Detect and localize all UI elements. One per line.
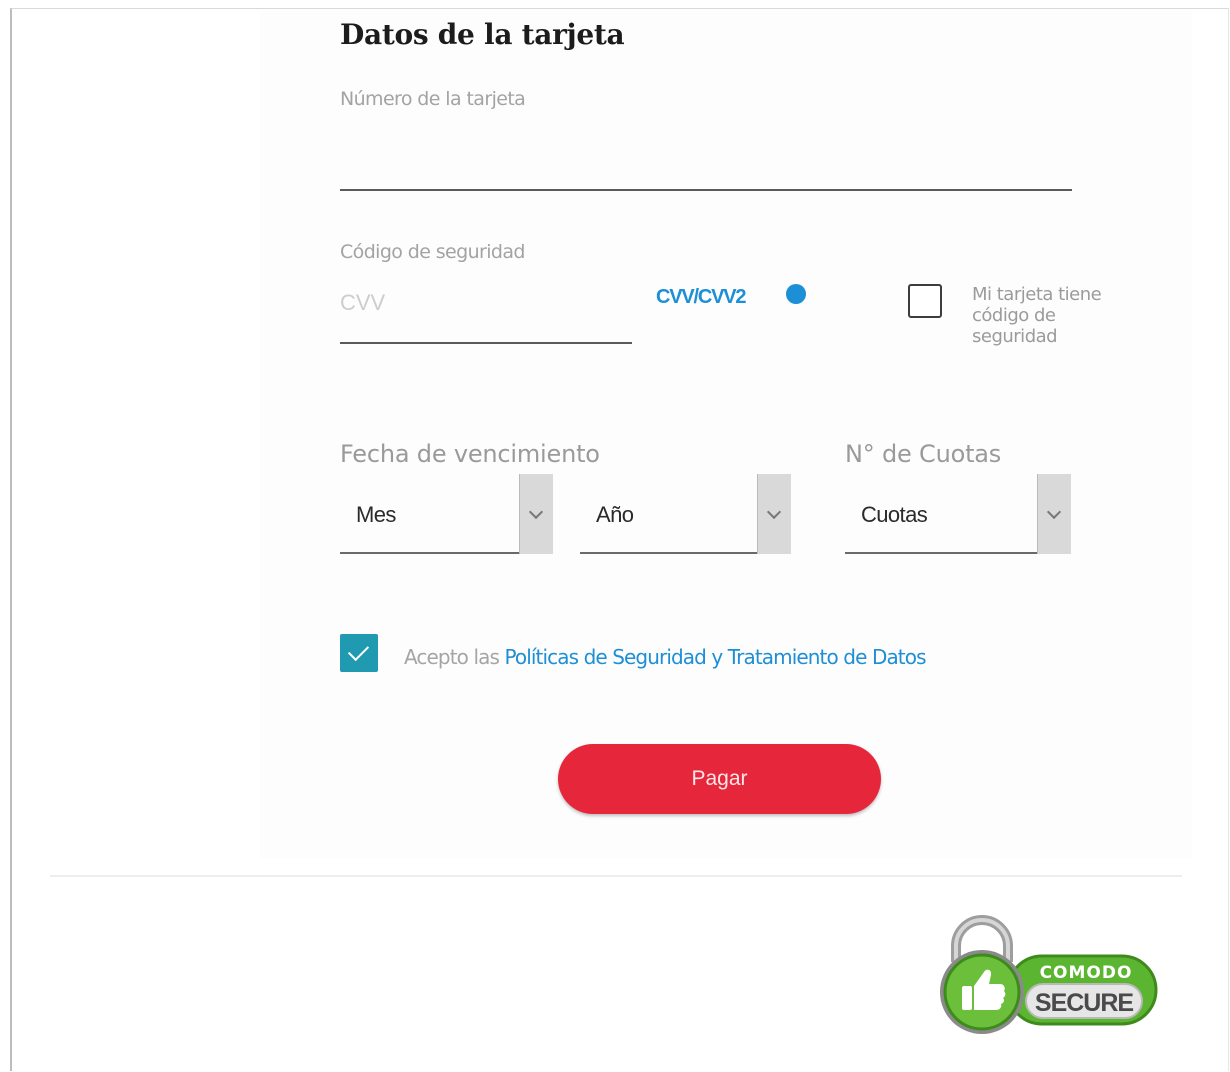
info-icon[interactable] — [786, 284, 806, 304]
seal-secure-text: SECURE — [1035, 989, 1134, 1017]
card-form-panel — [260, 10, 1192, 858]
has-security-code-label: Mi tarjeta tiene código de seguridad — [972, 284, 1102, 347]
policies-link[interactable]: Políticas de Seguridad y Tratamiento de … — [504, 645, 926, 669]
installments-select-value: Cuotas — [861, 502, 928, 527]
year-select-arrow[interactable] — [757, 474, 791, 554]
divider — [50, 875, 1182, 877]
installments-select-arrow[interactable] — [1037, 474, 1071, 554]
installments-label: N° de Cuotas — [845, 440, 1002, 468]
card-number-underline — [340, 189, 1072, 191]
cvv-help-link[interactable]: CVV/CVV2 — [656, 286, 747, 309]
month-select-value: Mes — [356, 502, 396, 527]
chevron-down-icon — [1046, 504, 1062, 520]
installments-select[interactable]: Cuotas — [845, 474, 1071, 554]
accept-policies-text: Acepto las Políticas de Seguridad y Trat… — [404, 645, 927, 669]
checkmark-icon — [347, 639, 370, 662]
seal-graphic: COMODO SECURE — [940, 915, 1158, 1034]
pay-button[interactable]: Pagar — [558, 744, 881, 814]
has-security-code-checkbox[interactable] — [908, 284, 942, 318]
accept-policies-checkbox[interactable] — [340, 634, 378, 672]
accept-prefix: Acepto las — [404, 645, 505, 669]
chevron-down-icon — [528, 504, 544, 520]
expiry-date-label: Fecha de vencimiento — [340, 440, 600, 468]
month-select-arrow[interactable] — [519, 474, 553, 554]
cvv-underline — [340, 342, 632, 344]
comodo-secure-seal[interactable]: COMODO SECURE — [936, 912, 1160, 1038]
year-select[interactable]: Año — [580, 474, 791, 554]
month-select[interactable]: Mes — [340, 474, 553, 554]
seal-brand-text: COMODO — [1040, 963, 1133, 983]
security-code-label: Código de seguridad — [340, 241, 525, 263]
card-number-label: Número de la tarjeta — [340, 88, 526, 110]
cvv-input[interactable] — [340, 286, 630, 320]
form-title: Datos de la tarjeta — [340, 18, 625, 51]
year-select-value: Año — [596, 502, 634, 527]
card-number-input[interactable] — [340, 150, 1072, 184]
chevron-down-icon — [766, 504, 782, 520]
